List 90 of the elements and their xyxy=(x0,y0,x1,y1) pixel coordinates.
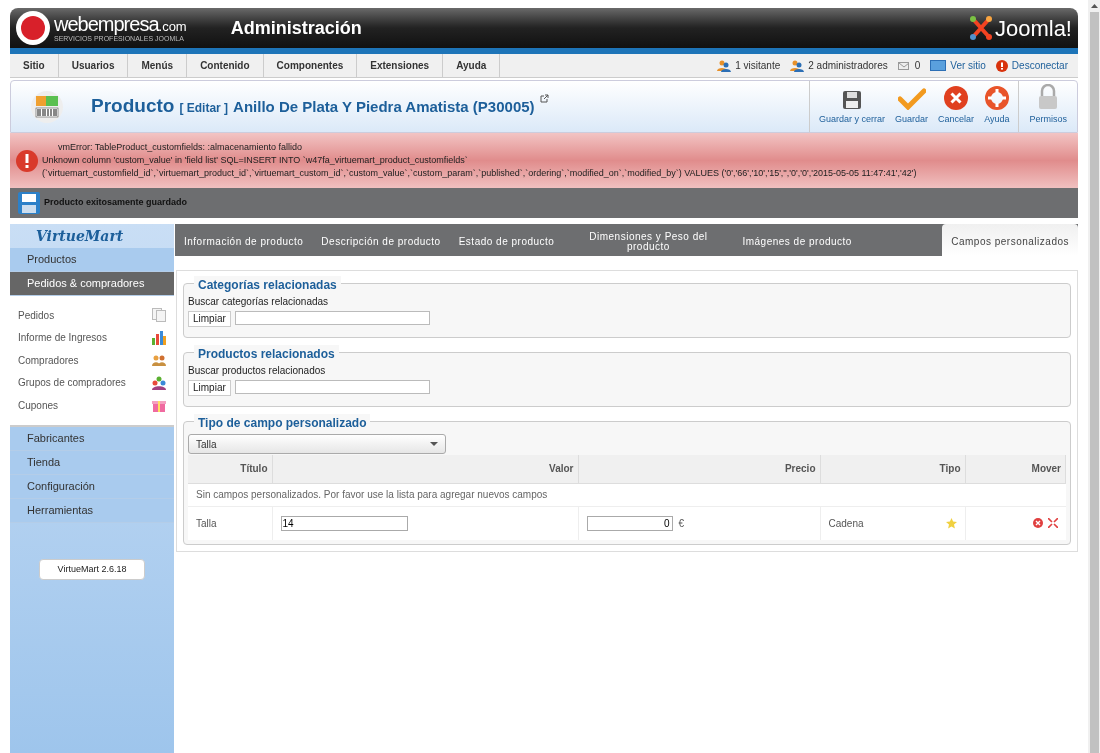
sidebar-section[interactable]: Configuración xyxy=(10,474,174,499)
bar-chart-icon xyxy=(152,330,166,345)
joomla-logo-icon xyxy=(968,15,993,41)
menu-item[interactable]: Menús xyxy=(128,54,188,77)
search-field[interactable] xyxy=(234,380,430,394)
version-badge: VirtueMart 2.6.18 xyxy=(38,558,146,580)
error-icon xyxy=(16,149,38,172)
scroll-up-arrow-icon xyxy=(1090,4,1098,8)
toolbar-button[interactable]: Guardar y cerrar xyxy=(814,81,891,132)
menu-item[interactable]: Extensiones xyxy=(357,54,444,77)
sidebar-section[interactable]: Pedidos & compradores xyxy=(10,272,174,296)
price-field[interactable]: 0 xyxy=(586,515,673,531)
sidebar-item[interactable]: Informe de Ingresos xyxy=(10,326,174,349)
type-select[interactable]: Talla xyxy=(188,434,446,454)
menu-item[interactable]: Ayuda xyxy=(443,54,501,77)
product-name: Anillo De Plata Y Piedra Amatista (P30005) xyxy=(233,97,535,118)
delete-icon[interactable] xyxy=(1032,518,1043,529)
empty-message: Sin campos personalizados. Por favor use la lista para agregar nuevos campos xyxy=(188,483,1066,506)
toolbar-button[interactable]: Ayuda xyxy=(979,81,1015,132)
error-line: vmError: TableProduct_customfields: :almacenamiento fallido xyxy=(57,141,303,154)
currency-symbol: € xyxy=(678,516,685,531)
toolbar-button[interactable]: Permisos xyxy=(1018,81,1077,132)
column-header: Tipo xyxy=(820,455,965,483)
sidebar-item[interactable]: Cupones xyxy=(10,394,174,417)
tab[interactable]: Campos personalizados xyxy=(942,224,1078,256)
sidebar-item[interactable]: Compradores xyxy=(10,349,174,372)
tab[interactable]: Descripción de producto xyxy=(312,224,450,256)
table-cell: Talla xyxy=(188,506,272,540)
scrollbar[interactable] xyxy=(1088,0,1100,753)
column-header: Valor xyxy=(272,455,578,483)
close-icon xyxy=(944,85,969,110)
search-field[interactable] xyxy=(234,311,430,325)
gift-icon xyxy=(152,398,166,413)
column-header: Precio xyxy=(578,455,820,483)
menu-item[interactable]: Contenido xyxy=(187,54,264,77)
envelope-icon xyxy=(897,60,911,71)
sidebar-section[interactable]: Tienda xyxy=(10,450,174,475)
error-line: Unknown column 'custom_value' in 'field list' SQL=INSERT INTO `w47fa_virtuemart_product_customfields` xyxy=(42,154,469,167)
alert-icon xyxy=(995,59,1008,72)
success-text: Producto exitosamente guardado xyxy=(44,196,188,210)
product-barcode-icon xyxy=(31,89,63,124)
logo-domain: .com xyxy=(158,20,187,33)
joomla-wordmark: Joomla! xyxy=(994,14,1072,43)
status-link[interactable]: 1 visitante xyxy=(717,54,791,77)
fieldset-legend: Categorías relacionadas xyxy=(194,276,341,294)
dropdown-caret-icon xyxy=(430,442,438,446)
clear-button[interactable]: Limpiar xyxy=(188,380,231,396)
status-link[interactable]: 2 administradores xyxy=(790,54,898,77)
sidebar-section[interactable]: Herramientas xyxy=(10,498,174,523)
group-icon xyxy=(152,375,166,390)
fieldset-legend: Tipo de campo personalizado xyxy=(194,414,371,432)
status-link[interactable]: Desconectar xyxy=(995,54,1078,77)
star-icon xyxy=(945,517,957,529)
menu-item[interactable]: Componentes xyxy=(263,54,358,77)
tab[interactable]: Información de producto xyxy=(175,224,313,256)
screen-icon xyxy=(930,60,947,71)
toolbar-button[interactable]: Guardar xyxy=(890,81,934,132)
users-icon xyxy=(717,59,732,72)
column-header: Mover xyxy=(965,455,1066,483)
status-link[interactable]: 0 xyxy=(897,54,931,77)
sidebar-section[interactable]: Productos xyxy=(10,248,174,272)
sidebar-item[interactable]: Pedidos xyxy=(10,304,174,327)
padlock-icon xyxy=(1038,83,1059,110)
tab[interactable]: Dimensiones y Peso del producto xyxy=(563,224,734,256)
checkmark-icon xyxy=(897,87,926,110)
virtuemart-logo: VirtueMart xyxy=(36,226,124,246)
lifebuoy-icon xyxy=(984,85,1009,110)
column-header: Título xyxy=(188,455,272,483)
edit-label: [ Editar ] xyxy=(179,100,229,118)
tab[interactable]: Imágenes de producto xyxy=(733,224,861,256)
table-cell-text: Cadena xyxy=(828,516,864,531)
admin-title: Administración xyxy=(230,16,362,40)
tab[interactable]: Estado de producto xyxy=(449,224,564,256)
value-field[interactable]: 14 xyxy=(280,515,408,531)
documents-icon xyxy=(152,308,166,323)
field-label: Buscar productos relacionados xyxy=(188,364,327,378)
clear-button[interactable]: Limpiar xyxy=(188,311,231,327)
field-label: Buscar categorías relacionadas xyxy=(188,295,330,309)
external-link-icon xyxy=(539,94,549,104)
toolbar-button[interactable]: Cancelar xyxy=(933,81,980,132)
status-link[interactable]: Ver sitio xyxy=(930,54,996,77)
users-icon xyxy=(790,59,805,72)
move-icon[interactable] xyxy=(1047,518,1058,529)
error-line: (`virtuemart_customfield_id`,`virtuemart_product_id`,`virtuemart_custom_id`,`custom_value`,`custom_param`,`published`,`ordering`,`modified_on`,`modified_by`) VALUES ('0','66','10','15','','0','0','2015-05-05 11:47:41','42') xyxy=(42,167,917,180)
menu-item[interactable]: Usuarios xyxy=(58,54,129,77)
people-icon xyxy=(152,354,166,367)
sidebar-item[interactable]: Grupos de compradores xyxy=(10,371,174,394)
page-title: Producto xyxy=(91,94,175,119)
menu-item[interactable]: Sitio xyxy=(10,54,59,77)
sidebar-section[interactable]: Fabricantes xyxy=(10,426,174,451)
